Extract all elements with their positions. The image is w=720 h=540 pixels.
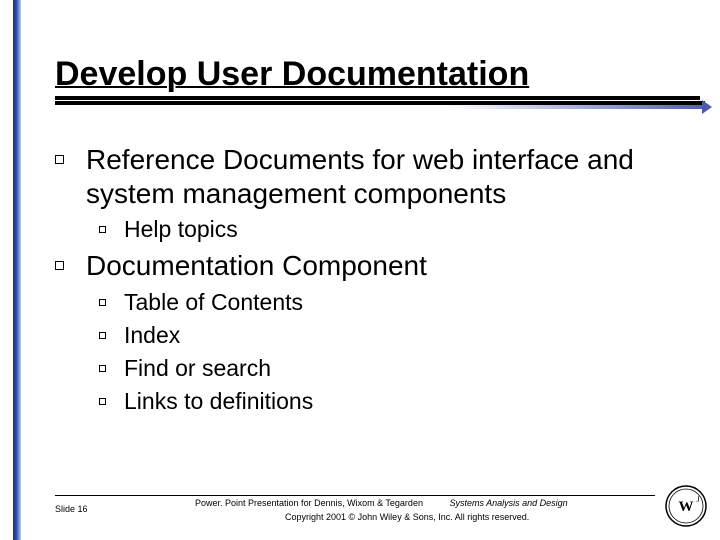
bullet-level2: Index — [99, 322, 700, 349]
footer-text: Power. Point Presentation for Dennis, Wi… — [195, 498, 700, 522]
svg-text:W: W — [679, 499, 694, 515]
title-arrow-bar — [65, 105, 705, 109]
bullet-area: Reference Documents for web interface an… — [55, 118, 700, 421]
wiley-logo-icon: W J — [664, 484, 708, 528]
svg-text:J: J — [696, 495, 699, 504]
bullet-square-icon — [55, 261, 64, 270]
bullet-level2: Links to definitions — [99, 388, 700, 415]
title-arrow-head-icon — [702, 100, 712, 114]
slide-number: Slide 16 — [55, 498, 195, 514]
bullet-level2: Help topics — [99, 216, 700, 243]
bullet-square-icon — [99, 332, 106, 339]
bullet-square-icon — [99, 398, 106, 405]
slide-footer: Slide 16 Power. Point Presentation for D… — [55, 495, 700, 522]
bullet-text: Table of Contents — [124, 289, 303, 316]
bullet-text: Find or search — [124, 355, 271, 382]
slide-title: Develop User Documentation — [55, 55, 700, 100]
bullet-square-icon — [99, 299, 106, 306]
bullet-level1: Documentation Component — [55, 249, 700, 283]
bullet-square-icon — [55, 155, 64, 164]
footer-book-title: Systems Analysis and Design — [449, 498, 567, 508]
bullet-square-icon — [99, 226, 106, 233]
bullet-square-icon — [99, 365, 106, 372]
bullet-text: Help topics — [124, 216, 238, 243]
bullet-text: Reference Documents for web interface an… — [86, 143, 700, 210]
bullet-level2: Find or search — [99, 355, 700, 382]
bullet-level2: Table of Contents — [99, 289, 700, 316]
footer-credit: Power. Point Presentation for Dennis, Wi… — [195, 498, 423, 508]
bullet-text: Documentation Component — [86, 249, 427, 283]
slide-content: Develop User Documentation — [55, 55, 700, 100]
bullet-text: Index — [124, 322, 180, 349]
footer-rule — [55, 495, 655, 496]
bullet-level1: Reference Documents for web interface an… — [55, 143, 700, 210]
footer-copyright: Copyright 2001 © John Wiley & Sons, Inc.… — [195, 512, 700, 522]
side-accent-bar — [13, 0, 21, 540]
bullet-text: Links to definitions — [124, 388, 313, 415]
